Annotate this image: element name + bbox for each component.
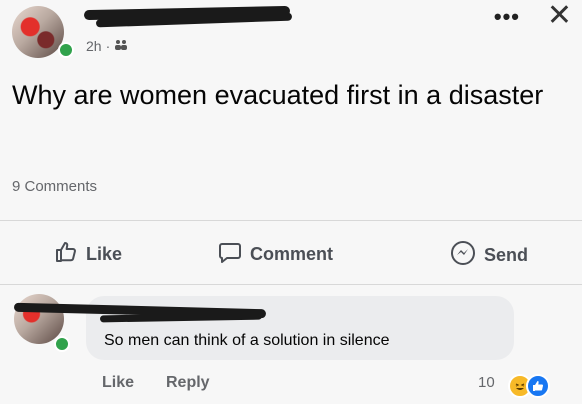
comment-text: So men can think of a solution in silenc… <box>104 332 390 349</box>
post-text: Why are women evacuated first in a disas… <box>12 80 544 110</box>
more-options-icon[interactable]: ••• <box>494 4 520 30</box>
meta-separator: · <box>105 38 111 54</box>
like-label: Like <box>86 244 123 264</box>
divider <box>0 220 582 221</box>
comment-bubble-icon <box>218 240 242 269</box>
comments-count[interactable]: 9 Comments <box>12 178 97 195</box>
like-icon[interactable] <box>526 374 550 398</box>
like-button[interactable]: Like <box>54 240 122 269</box>
online-status-dot <box>58 42 74 58</box>
close-icon[interactable]: ✕ <box>547 0 572 33</box>
comment-reply-link[interactable]: Reply <box>166 374 210 392</box>
comment-button[interactable]: Comment <box>218 240 333 269</box>
messenger-icon <box>450 240 476 271</box>
post-author-avatar[interactable] <box>12 6 64 58</box>
send-label: Send <box>484 245 529 265</box>
divider <box>0 284 582 285</box>
post-meta: 2h · <box>86 38 128 54</box>
commenter-online-dot <box>54 336 70 352</box>
comment-label: Comment <box>250 244 334 264</box>
post-time[interactable]: 2h <box>86 38 102 54</box>
like-thumb-icon <box>54 240 78 269</box>
reaction-count[interactable]: 10 <box>478 374 495 391</box>
send-button[interactable]: Send <box>450 240 528 271</box>
comment-like-link[interactable]: Like <box>102 374 134 392</box>
friends-icon <box>114 38 128 54</box>
